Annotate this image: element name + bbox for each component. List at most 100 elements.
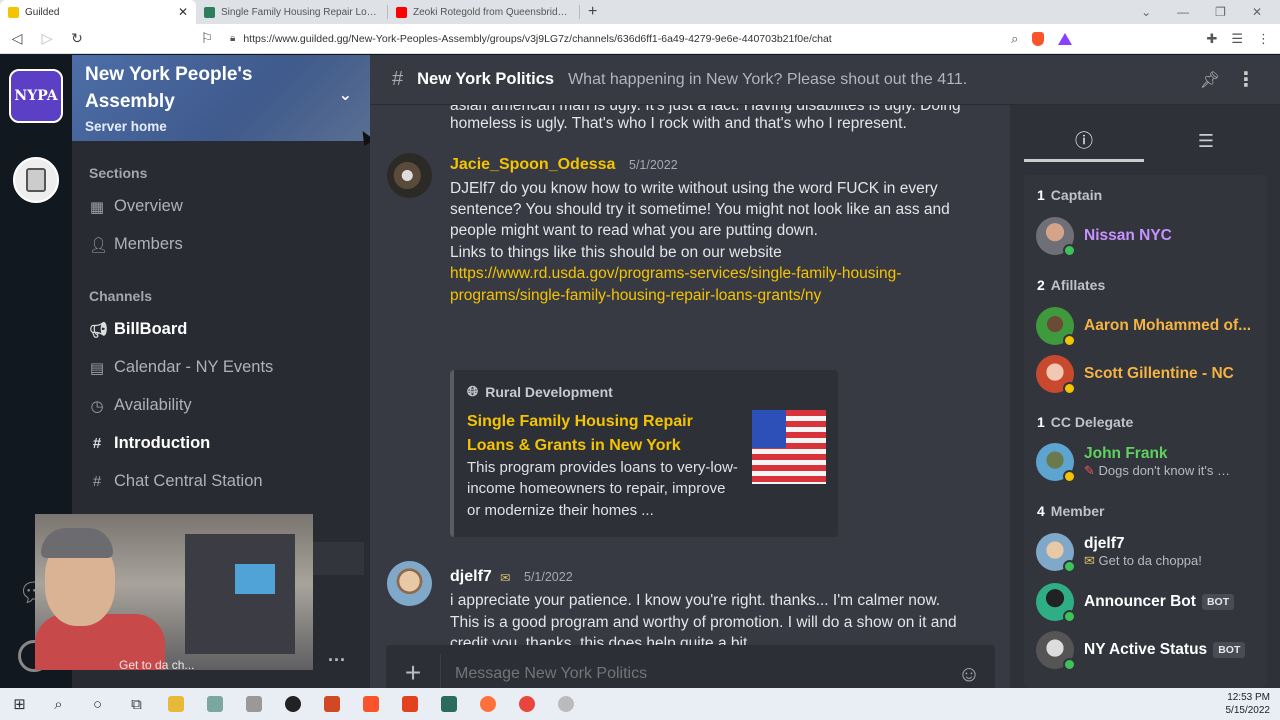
server-icon-nypa[interactable]: NYPA	[9, 69, 63, 123]
browser-tab-usda[interactable]: Single Family Housing Repair Loans &	[196, 5, 388, 19]
address-bar[interactable]: 🔒︎ https://www.guilded.gg/New-York-Peopl…	[230, 33, 995, 45]
maximize-icon[interactable]: ❐	[1215, 5, 1226, 19]
pencil-icon: ✎	[1084, 463, 1099, 478]
sidebar-item-billboard[interactable]: 📢︎ BillBoard	[89, 320, 187, 339]
list-item[interactable]: NY Active Status BOT	[1036, 631, 1246, 671]
sidebar-item-label: Overview	[114, 197, 183, 215]
brave-rewards-icon[interactable]	[1058, 32, 1073, 45]
sidebar-item-availability[interactable]: ◷ Availability	[89, 396, 191, 415]
guilded-favicon-icon	[8, 6, 19, 18]
member-name: John Frank	[1084, 445, 1168, 462]
playlist-icon[interactable]: ☰	[1231, 31, 1243, 47]
list-item[interactable]: Scott Gillentine - NC	[1036, 355, 1234, 395]
chevron-down-icon[interactable]: ⌄	[339, 85, 352, 105]
browser-tab-youtube[interactable]: Zeoki Rotegold from Queensbridge Pr	[388, 5, 580, 19]
back-icon[interactable]: ◁	[10, 30, 24, 47]
new-tab-button[interactable]: +	[580, 3, 605, 21]
selected-channel-row[interactable]	[313, 542, 364, 575]
message-input[interactable]	[441, 665, 943, 683]
app-icon[interactable]	[546, 688, 585, 720]
avatar[interactable]	[387, 561, 432, 606]
emoji-icon[interactable]: ☺	[943, 661, 995, 687]
app-icon[interactable]	[234, 688, 273, 720]
message-author[interactable]: djelf7	[450, 568, 492, 586]
reload-icon[interactable]: ↻	[70, 30, 84, 47]
avatar[interactable]	[387, 153, 432, 198]
embed-description: This program provides loans to very-low-…	[467, 459, 738, 519]
server-header[interactable]: New York People's Assembly Server home ⌄	[72, 55, 370, 141]
list-item[interactable]: djelf7 ✉︎ Get to da choppa!	[1036, 533, 1202, 573]
message-text-line: i appreciate your patience. I know you'r…	[450, 592, 941, 609]
sidebar-item-introduction[interactable]: # Introduction	[89, 434, 210, 453]
message-author[interactable]: Jacie_Spoon_Odessa	[450, 156, 615, 174]
message-text-line: sentence? You should try it sometime! Yo…	[450, 201, 950, 218]
online-status-icon	[1063, 658, 1076, 671]
sidebar-item-calendar[interactable]: ▤ Calendar - NY Events	[89, 358, 273, 377]
system-clock[interactable]: 12:53 PM 5/15/2022	[1226, 691, 1280, 717]
brave-icon[interactable]	[351, 688, 390, 720]
file-explorer-icon[interactable]	[156, 688, 195, 720]
tab-search-icon[interactable]: ⌄	[1141, 5, 1151, 19]
menu-icon[interactable]: ⋮	[1257, 31, 1270, 47]
add-attachment-button[interactable]: +	[386, 654, 441, 688]
clock-date: 5/15/2022	[1225, 705, 1271, 716]
powerpoint-icon[interactable]	[312, 688, 351, 720]
list-item[interactable]: John Frank ✎ Dogs don't know it's n...	[1036, 443, 1234, 483]
server-home-link[interactable]: Server home	[85, 119, 357, 134]
channels-heading: Channels	[89, 288, 153, 304]
channel-topic: What happening in New York? Please shout…	[568, 70, 968, 88]
list-item[interactable]: Announcer Bot BOT	[1036, 583, 1235, 623]
badge-icon: ✉︎	[1084, 553, 1099, 568]
obs-icon[interactable]	[273, 688, 312, 720]
forward-icon[interactable]: ▷	[40, 30, 54, 47]
idle-status-icon	[1063, 470, 1076, 483]
message-composer: + ☺	[386, 645, 995, 688]
browser-extensions: ⌕ ✚ ☰ ⋮	[1011, 31, 1270, 47]
bookmark-icon[interactable]: ⚐	[200, 30, 214, 47]
close-window-icon[interactable]: ✕	[1252, 5, 1262, 19]
pin-icon[interactable]: 📌︎	[1200, 70, 1220, 90]
browser-toolbar: ◁ ▷ ↻ ⚐ 🔒︎ https://www.guilded.gg/New-Yo…	[0, 24, 1280, 54]
list-item[interactable]: Nissan NYC	[1036, 217, 1172, 257]
message-link[interactable]: https://www.rd.usda.gov/programs-service…	[450, 263, 901, 284]
office-icon[interactable]	[390, 688, 429, 720]
chrome-icon[interactable]	[507, 688, 546, 720]
channel-header: # New York Politics What happening in Ne…	[370, 55, 1280, 105]
firefox-icon[interactable]	[468, 688, 507, 720]
app-icon[interactable]	[195, 688, 234, 720]
channel-menu-icon[interactable]: ⋮	[1236, 67, 1256, 92]
message-link[interactable]: programs/single-family-housing-repair-lo…	[450, 285, 821, 306]
server-icon-secondary[interactable]	[13, 157, 59, 203]
message-text-line: This is a good program and worthy of pro…	[450, 614, 957, 631]
embed-title[interactable]: Single Family Housing Repair Loans & Gra…	[467, 410, 717, 458]
link-embed-card[interactable]: 🌐︎ Rural Development Single Family Housi…	[450, 370, 838, 537]
app-icon[interactable]	[429, 688, 468, 720]
embed-site-name: Rural Development	[485, 383, 613, 400]
sidebar-item-chat-central-station[interactable]: # Chat Central Station	[89, 472, 263, 491]
extensions-icon[interactable]: ✚	[1206, 31, 1217, 47]
zoom-icon[interactable]: ⌕	[1011, 31, 1018, 47]
close-tab-icon[interactable]: ✕	[178, 5, 188, 19]
sidebar-item-overview[interactable]: ▦ Overview	[89, 197, 183, 216]
list-item[interactable]: Aaron Mohammed of...	[1036, 307, 1251, 347]
message-date: 5/1/2022	[524, 570, 573, 584]
idle-status-icon	[1063, 334, 1076, 347]
browser-tab-guilded[interactable]: Guilded ✕	[0, 0, 196, 24]
member-list: 1 Captain Nissan NYC 2 Afillates Aaron Moh…	[1024, 175, 1267, 688]
tab-threads[interactable]: ☰	[1146, 120, 1266, 162]
sidebar-item-members[interactable]: 👤︎ Members	[89, 235, 183, 254]
window-controls: ⌄ — ❐ ✕	[1141, 5, 1280, 19]
tab-info[interactable]: ⓘ	[1024, 120, 1144, 162]
avatar	[1036, 631, 1076, 671]
task-view-icon[interactable]: ⧉	[117, 688, 156, 720]
lock-icon: 🔒︎	[230, 33, 236, 44]
minimize-icon[interactable]: —	[1177, 5, 1189, 19]
brave-shields-icon[interactable]	[1032, 31, 1045, 46]
sidebar-item-label: Members	[114, 235, 183, 253]
webcam-caption: Get to da ch...	[119, 658, 195, 670]
member-name: Scott Gillentine - NC	[1084, 365, 1234, 382]
more-options-icon[interactable]: ...	[328, 645, 346, 666]
cortana-icon[interactable]: ○	[78, 688, 117, 720]
search-icon[interactable]: ⌕	[39, 688, 78, 720]
windows-start-icon[interactable]: ⊞	[0, 688, 39, 720]
